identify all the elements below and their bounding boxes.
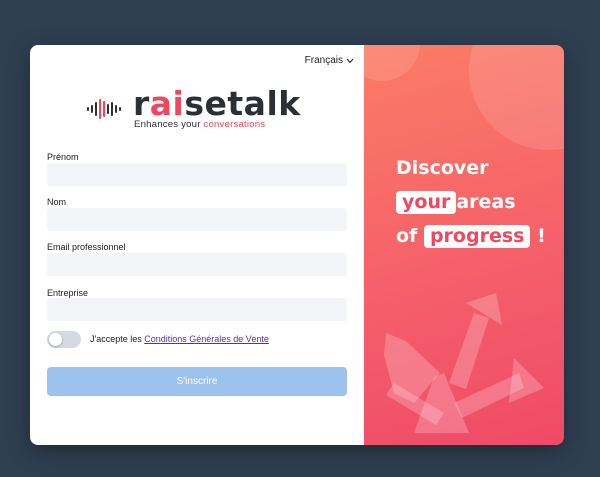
- signup-button[interactable]: S'inscrire: [47, 367, 347, 396]
- arrows-icon: [384, 293, 544, 433]
- highlight-your: your: [396, 191, 457, 214]
- headline-line-1: Discover: [396, 157, 489, 179]
- logo-word-start: r: [133, 84, 150, 123]
- decorative-circle: [364, 45, 420, 81]
- logo-tagline-accent: conversations: [203, 119, 266, 130]
- logo-tagline: Enhances your conversations: [134, 119, 265, 130]
- toggle-knob: [49, 333, 62, 346]
- first-name-input[interactable]: [47, 163, 347, 186]
- last-name-label: Nom: [47, 197, 67, 207]
- headline-exclamation: !: [537, 225, 546, 247]
- promo-headline: Discover your areas of progress !: [396, 151, 546, 253]
- terms-link[interactable]: Conditions Générales de Vente: [144, 334, 269, 344]
- company-label: Entreprise: [47, 288, 89, 298]
- first-name-label: Prénom: [47, 152, 79, 162]
- logo-word-end: setalk: [184, 84, 301, 123]
- company-input[interactable]: [47, 298, 347, 321]
- terms-toggle[interactable]: [47, 331, 81, 348]
- headline-areas: areas: [456, 191, 516, 213]
- terms-text: J'accepte les Conditions Générales de Ve…: [90, 334, 269, 344]
- headline-of: of: [396, 225, 418, 247]
- logo-word-accent: ai: [149, 84, 185, 123]
- email-input[interactable]: [47, 253, 347, 276]
- headline-line-3: of progress !: [396, 219, 546, 253]
- logo-tagline-start: Enhances your: [134, 119, 204, 130]
- headline-line-2: your areas: [396, 185, 546, 219]
- signup-card: Français raisetalk Enhances your convers…: [30, 45, 564, 445]
- logo: raisetalk Enhances your conversations: [86, 87, 300, 132]
- email-label: Email professionnel: [47, 242, 126, 252]
- decorative-circle: [469, 45, 564, 150]
- logo-wordmark: raisetalk: [133, 87, 301, 120]
- chevron-down-icon: [346, 56, 354, 66]
- promo-panel: Discover your areas of progress !: [364, 45, 564, 445]
- language-selector[interactable]: Français: [305, 55, 354, 66]
- sound-wave-icon: [87, 99, 121, 119]
- signup-form-panel: Français raisetalk Enhances your convers…: [30, 45, 364, 445]
- language-label: Français: [304, 55, 343, 66]
- last-name-input[interactable]: [47, 208, 347, 231]
- highlight-progress: progress: [423, 225, 531, 248]
- terms-prefix: J'accepte les: [90, 334, 145, 344]
